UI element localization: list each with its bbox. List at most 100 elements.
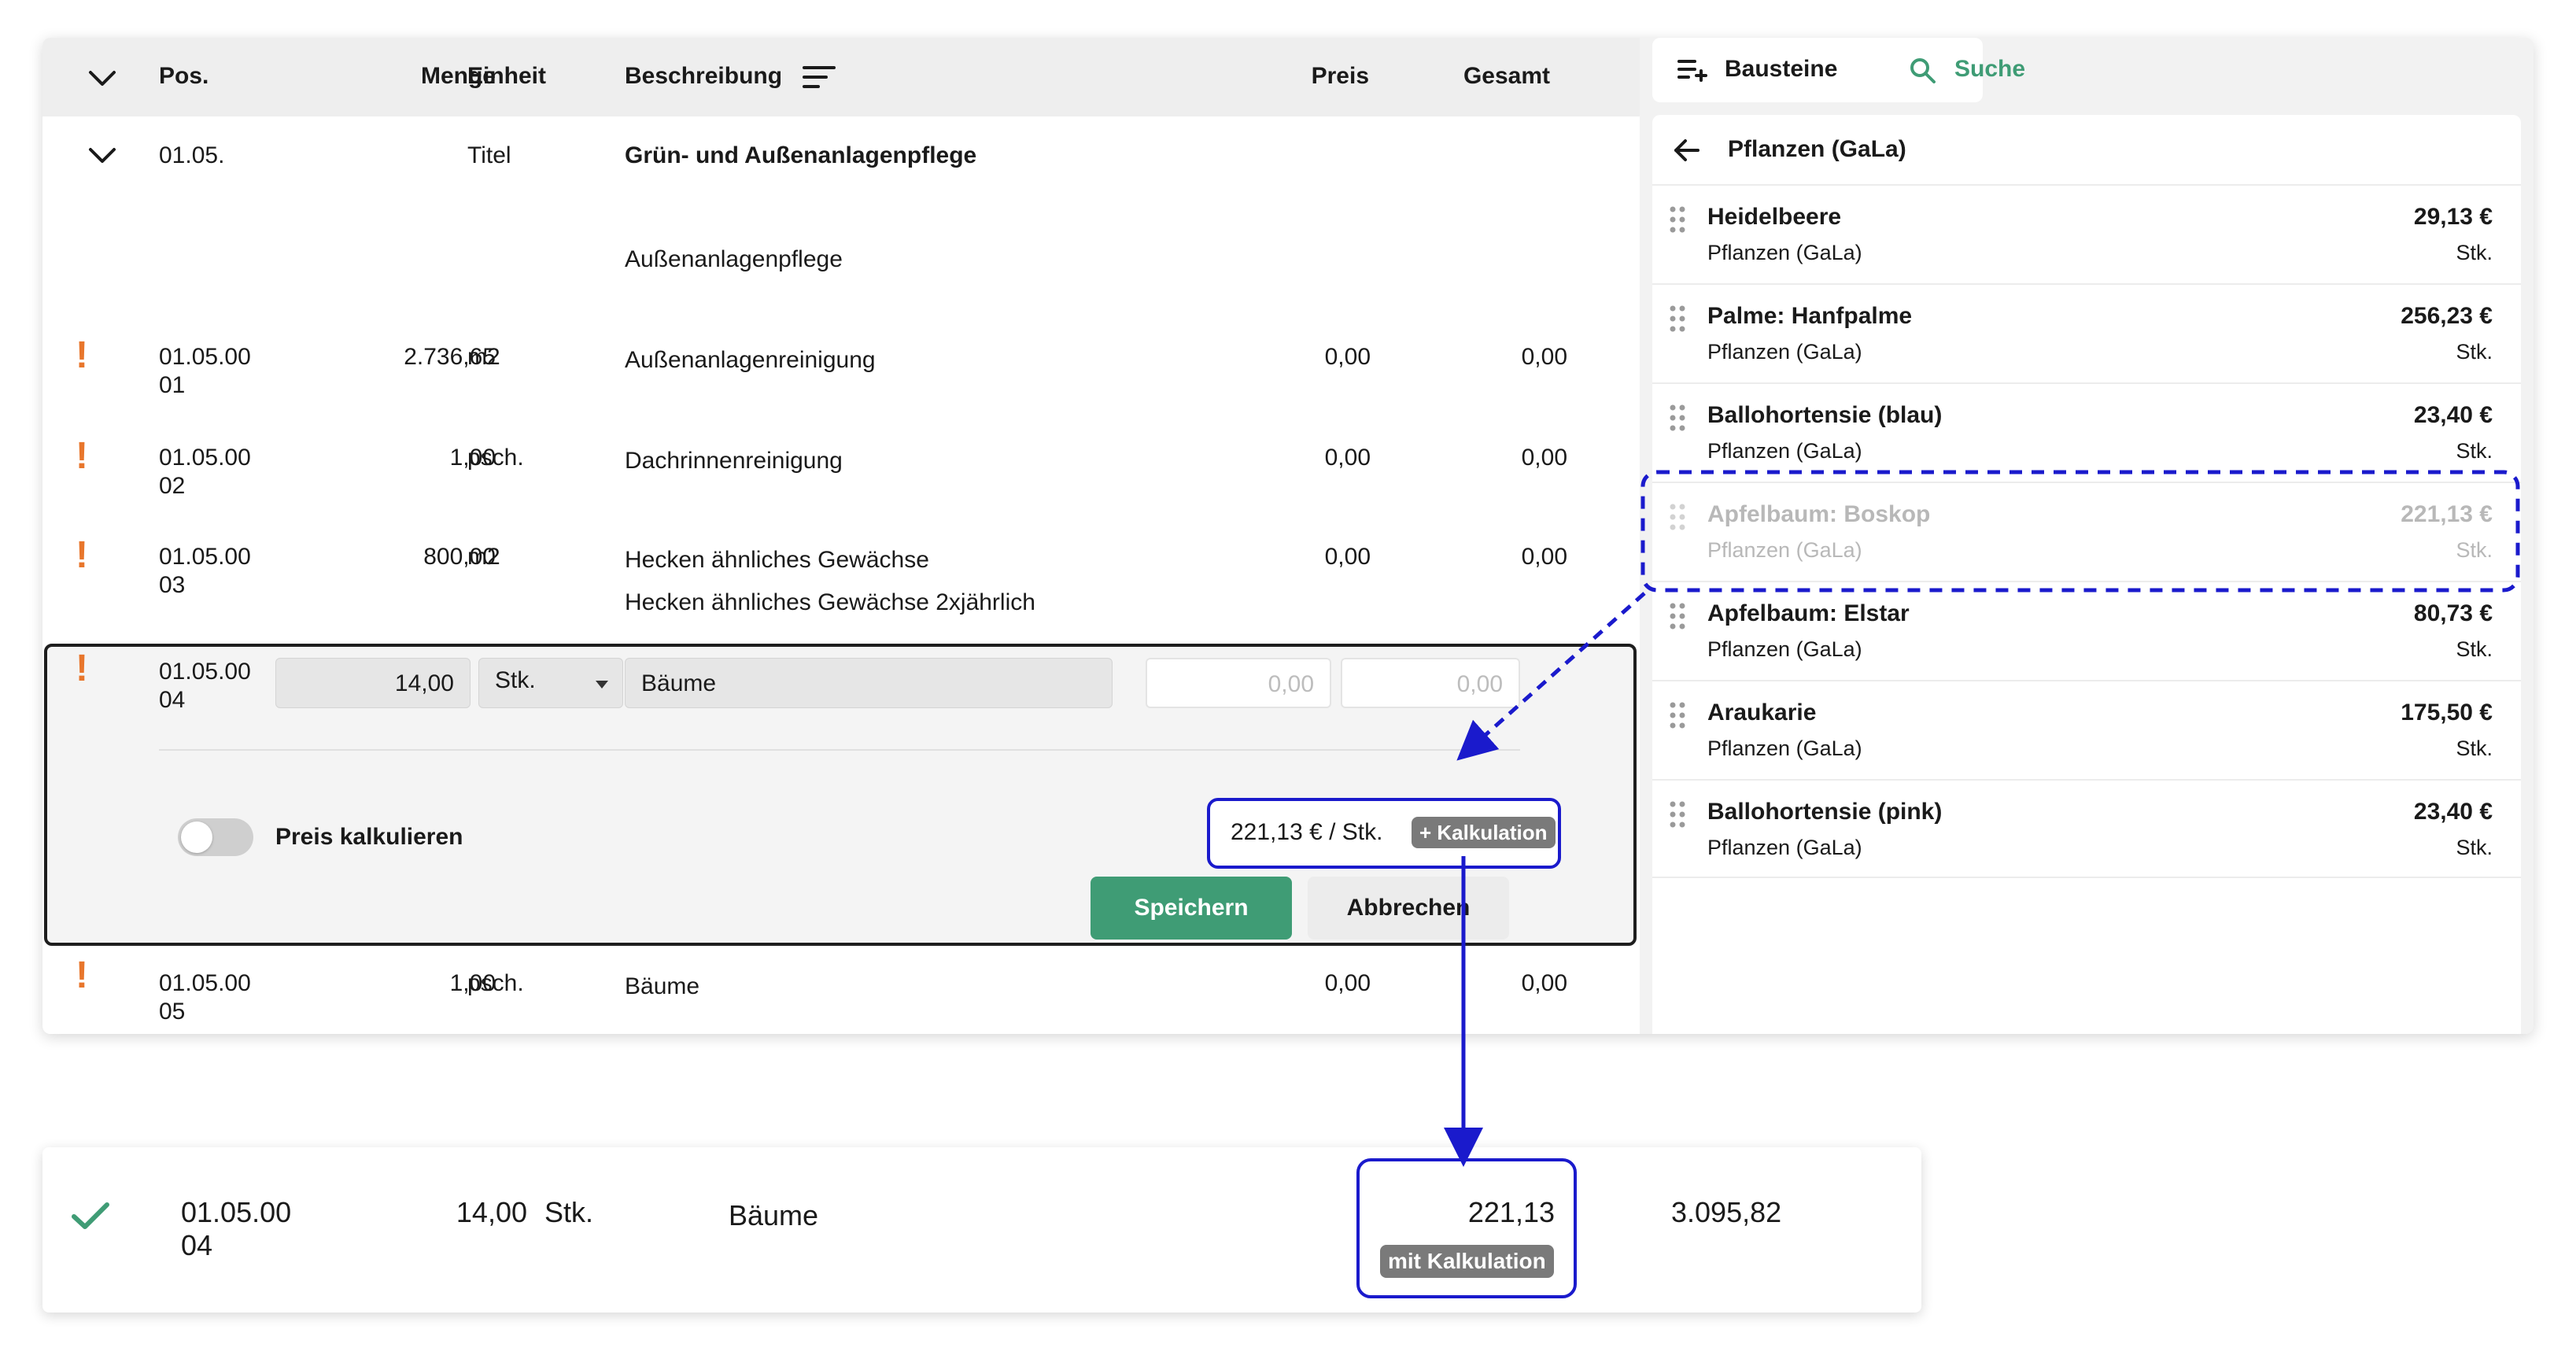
item-name: Palme: Hanfpalme [1707,303,1913,329]
item-unit: Stk. [2456,538,2493,562]
item-price: 29,13 € [2413,204,2493,230]
row-pos: 01.05.00 [159,544,251,570]
result-price-highlight: 221,13 mit Kalkulation [1356,1158,1577,1298]
item-name: Araukarie [1707,700,1817,725]
row-gesamt: 0,00 [1521,970,1567,996]
item-unit: Stk. [2456,241,2493,264]
row-pos: 01.05.00 [159,344,251,370]
row-pos-suffix: 02 [159,473,186,499]
item-category: Pflanzen (GaLa) [1707,538,1862,562]
description-input[interactable]: Bäume [625,658,1113,708]
list-item-dragging[interactable]: Apfelbaum: Boskop Pflanzen (GaLa) 221,13… [1652,482,2521,581]
warning-icon: ! [76,435,88,477]
row-einheit: psch. [467,970,524,996]
divider [159,749,1520,751]
item-category: Pflanzen (GaLa) [1707,439,1862,463]
list-item[interactable]: Heidelbeere Pflanzen (GaLa) 29,13 € Stk. [1652,184,2521,283]
positions-table: Pos. Menge Einheit Beschreibung Preis Ge… [42,38,1640,1034]
item-price: 23,40 € [2413,402,2493,428]
item-price: 23,40 € [2413,799,2493,825]
header-gesamt: Gesamt [1463,63,1550,89]
list-item[interactable]: Apfelbaum: Elstar Pflanzen (GaLa) 80,73 … [1652,581,2521,680]
row-einheit: psch. [467,445,524,471]
item-category: Pflanzen (GaLa) [1707,737,1862,760]
check-icon [72,1202,109,1229]
row-gesamt: 0,00 [1521,344,1567,370]
result-gesamt: 3.095,82 [1671,1196,1782,1228]
drag-handle-icon[interactable] [1670,801,1685,828]
cancel-button[interactable]: Abbrechen [1308,877,1509,940]
list-item[interactable]: Ballohortensie (blau) Pflanzen (GaLa) 23… [1652,382,2521,482]
price-input[interactable]: 0,00 [1146,658,1331,708]
item-unit: Stk. [2456,340,2493,364]
drag-handle-icon[interactable] [1670,404,1685,431]
list-item[interactable]: Palme: Hanfpalme Pflanzen (GaLa) 256,23 … [1652,283,2521,382]
back-arrow-icon[interactable] [1673,138,1699,162]
row-preis: 0,00 [1324,970,1371,996]
dropped-price: 221,13 € / Stk. [1231,819,1383,845]
item-unit: Stk. [2456,737,2493,760]
result-pos-suffix: 04 [181,1229,213,1261]
row-einheit: m2 [467,544,500,570]
calculate-price-toggle[interactable] [178,818,253,856]
warning-icon: ! [76,534,88,576]
item-price: 175,50 € [2401,700,2493,725]
result-pos: 01.05.00 [181,1196,292,1228]
title-row-label[interactable]: Grün- und Außenanlagenpflege [625,142,976,170]
result-einheit: Stk. [544,1196,594,1228]
row-gesamt: 0,00 [1521,544,1567,570]
toggle-label: Preis kalkulieren [275,824,463,850]
header-preis: Preis [1311,63,1369,89]
drag-handle-icon[interactable] [1670,206,1685,233]
item-category: Pflanzen (GaLa) [1707,637,1862,661]
title-row-subtitle: Außenanlagenpflege [625,246,843,272]
item-unit: Stk. [2456,637,2493,661]
editor-card: Pos. Menge Einheit Beschreibung Preis Ge… [42,38,2534,1034]
search-icon[interactable] [1909,57,1937,85]
item-price: 221,13 € [2401,501,2493,527]
title-row-einheit: Titel [467,142,511,168]
table-header: Pos. Menge Einheit Beschreibung Preis Ge… [42,38,1640,116]
result-row-card: 01.05.00 04 14,00 Stk. Bäume 221,13 mit … [42,1147,1921,1313]
drag-handle-icon[interactable] [1670,702,1685,729]
quantity-input[interactable]: 14,00 [275,658,471,708]
item-price: 80,73 € [2413,600,2493,626]
item-name: Heidelbeere [1707,204,1842,230]
chevron-down-icon[interactable] [88,146,116,165]
row-pos-suffix: 03 [159,572,186,598]
item-name: Ballohortensie (blau) [1707,402,1943,428]
save-button[interactable]: Speichern [1091,877,1292,940]
row-pos-suffix: 05 [159,999,186,1025]
header-pos: Pos. [159,63,209,89]
result-preis: 221,13 [1467,1196,1555,1228]
row-pos: 01.05.00 [159,445,251,471]
edit-row-pos: 01.05.00 [159,659,251,685]
list-item[interactable]: Ballohortensie (pink) Pflanzen (GaLa) 23… [1652,779,2521,878]
add-list-icon [1677,60,1707,82]
edit-row-pos-suffix: 04 [159,687,186,713]
tab-suche[interactable]: Suche [1954,55,2025,83]
row-beschreibung: Außenanlagenreinigung [625,347,876,373]
warning-icon: ! [76,334,88,376]
item-price: 256,23 € [2401,303,2493,329]
sidebar-tabs: Bausteine Suche [1652,38,2025,102]
chevron-down-icon[interactable] [88,69,116,88]
drag-handle-icon[interactable] [1670,504,1685,530]
warning-icon: ! [76,648,88,689]
item-unit: Stk. [2456,836,2493,859]
drop-price-chip[interactable]: 221,13 € / Stk. + Kalkulation [1207,798,1561,869]
calculation-badge: mit Kalkulation [1380,1245,1554,1278]
row-preis: 0,00 [1324,544,1371,570]
category-title: Pflanzen (GaLa) [1728,136,1906,162]
drag-handle-icon[interactable] [1670,305,1685,332]
warning-icon: ! [76,954,88,996]
unit-select[interactable]: Stk. [478,658,623,708]
add-calculation-badge[interactable]: + Kalkulation [1412,817,1556,848]
item-unit: Stk. [2456,439,2493,463]
result-menge: 14,00 [456,1196,527,1228]
list-item[interactable]: Araukarie Pflanzen (GaLa) 175,50 € Stk. [1652,680,2521,779]
drag-handle-icon[interactable] [1670,603,1685,630]
sort-icon[interactable] [803,65,836,90]
tab-bausteine[interactable]: Bausteine [1725,55,1837,83]
total-input[interactable]: 0,00 [1341,658,1520,708]
